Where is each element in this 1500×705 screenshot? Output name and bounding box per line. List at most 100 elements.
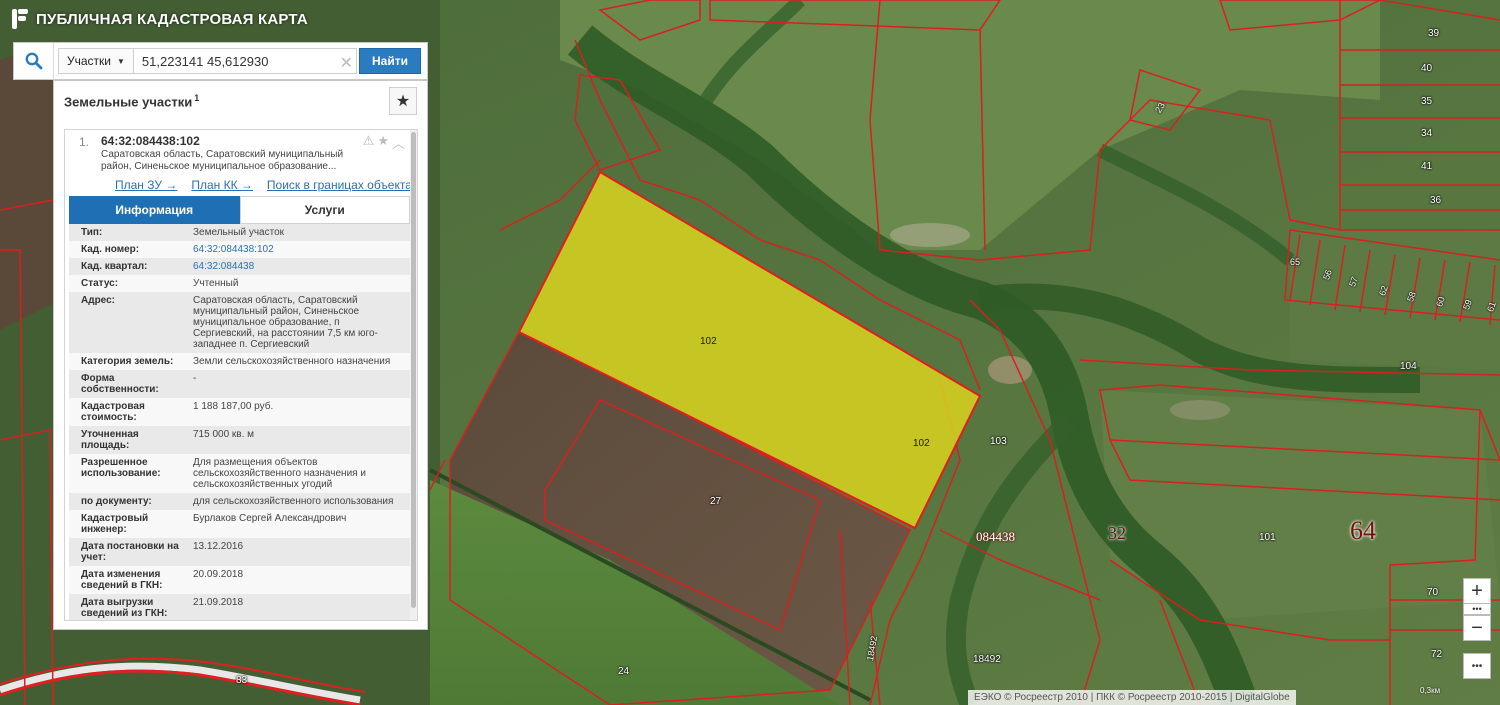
info-row: Тип: Земельный участок: [69, 224, 410, 241]
panel-scrollbar[interactable]: [410, 130, 417, 620]
app-title: ПУБЛИЧНАЯ КАДАСТРОВАЯ КАРТА: [36, 10, 308, 28]
more-icon: •••: [1471, 660, 1483, 672]
parcel-label: 41: [1421, 161, 1433, 172]
logo-icon: [12, 9, 28, 29]
info-row: Форма собственности: -: [69, 370, 410, 398]
parcel-label: 18492: [973, 654, 1001, 665]
quarter-label: 084438: [976, 529, 1015, 544]
zoom-level-more[interactable]: •••: [1463, 603, 1491, 615]
info-value: Для размещения объектов сельскохозяйстве…: [193, 457, 366, 490]
info-value: 13.12.2016: [193, 541, 244, 552]
more-tools-button[interactable]: •••: [1463, 653, 1491, 679]
info-row: Кад. номер: 64:32:084438:102: [69, 241, 410, 258]
map-attribution: ЕЭКО © Росреестр 2010 | ПКК © Росреестр …: [968, 690, 1296, 705]
parcel-label: 36: [1430, 195, 1442, 206]
parcel-label: 24: [618, 666, 630, 677]
star-icon[interactable]: ★: [377, 133, 389, 152]
info-key: Кадастровый инженер:: [81, 513, 149, 535]
info-row: Кад. квартал: 64:32:084438: [69, 258, 410, 275]
info-row: Дата постановки на учет: 13.12.2016: [69, 538, 410, 566]
parcel-label: 65: [1290, 257, 1301, 267]
panel-title: Земельные участки 1: [64, 93, 199, 109]
favorites-button[interactable]: ★: [389, 87, 417, 115]
search-icon[interactable]: [14, 43, 54, 79]
info-value: 1 188 187,00 руб.: [193, 401, 274, 412]
parcel-label: 102: [700, 336, 717, 347]
search-type-select[interactable]: Участки ▼: [58, 48, 134, 74]
info-key: Статус:: [81, 278, 119, 289]
info-key: Разрешенное использование:: [81, 457, 161, 479]
star-icon: ★: [395, 93, 411, 110]
map-scale: 0,3км: [1420, 686, 1441, 695]
parcel-label: 102: [913, 438, 930, 449]
parcel-label: 70: [1427, 587, 1439, 598]
more-icon: •••: [1472, 604, 1482, 614]
parcel-label: 39: [1428, 28, 1440, 39]
info-value: Учтенный: [193, 278, 239, 289]
results-count: 1: [194, 92, 200, 103]
info-table: Тип: Земельный участок Кад. номер: 64:32:08…: [69, 224, 410, 620]
info-value: Земли сельскохозяйственного назначения: [193, 356, 391, 367]
parcel-label: 34: [1421, 128, 1433, 139]
find-button[interactable]: Найти: [359, 48, 421, 74]
search-bar: Участки ▼ ✕ Найти: [13, 42, 428, 80]
info-key: по документу:: [81, 496, 152, 507]
info-row: по документу: для сельскохозяйственного и…: [69, 493, 410, 510]
result-summary[interactable]: 1. 64:32:084438:102 Саратовская область,…: [65, 130, 417, 192]
warning-icon[interactable]: ⚠: [363, 133, 375, 152]
parcel-label: 27: [710, 496, 722, 507]
result-tabs: Информация Услуги: [69, 196, 410, 224]
tab-services[interactable]: Услуги: [239, 196, 410, 224]
info-value[interactable]: 64:32:084438:102: [193, 244, 410, 255]
info-key: Тип:: [81, 227, 103, 238]
info-row: Кадастровый инженер: Бурлаков Сергей Алек…: [69, 510, 410, 538]
info-key: Кад. квартал:: [81, 261, 148, 272]
plan-kk-link[interactable]: План КК →: [191, 178, 253, 192]
result-card: 1. 64:32:084438:102 Саратовская область,…: [64, 129, 418, 621]
search-type-label: Участки: [67, 54, 111, 68]
info-row: Дата выгрузки сведений из ГКН: 21.09.2018: [69, 594, 410, 620]
result-index: 1.: [79, 135, 90, 149]
region-label: 64: [1350, 516, 1376, 545]
info-value: 715 000 кв. м: [193, 429, 255, 440]
result-actions: ⚠ ★ ︿: [363, 133, 405, 152]
info-value: Саратовская область, Саратовский муницип…: [193, 295, 378, 350]
info-key: Уточненная площадь:: [81, 429, 139, 451]
parcel-label: 40: [1421, 63, 1433, 74]
info-row: Статус: Учтенный: [69, 275, 410, 292]
info-key: Кад. номер:: [81, 244, 140, 255]
info-row: Категория земель: Земли сельскохозяйствен…: [69, 353, 410, 370]
search-input[interactable]: [133, 48, 358, 74]
info-value[interactable]: 64:32:084438: [193, 261, 410, 272]
info-key: Форма собственности:: [81, 373, 159, 395]
info-row: Кадастровая стоимость: 1 188 187,00 руб.: [69, 398, 410, 426]
parcel-label: 72: [1431, 649, 1443, 660]
parcel-label: 104: [1400, 361, 1417, 372]
chevron-up-icon[interactable]: ︿: [392, 133, 405, 152]
parcel-label: 103: [990, 436, 1007, 447]
zoom-in-button[interactable]: +: [1463, 578, 1491, 604]
info-value: 21.09.2018: [193, 597, 244, 608]
info-value: для сельскохозяйственного использования: [193, 496, 394, 507]
results-panel: Земельные участки 1 ★ 1. 64:32:084438:102…: [53, 80, 428, 630]
panel-title-text: Земельные участки: [64, 94, 193, 110]
clear-icon[interactable]: ✕: [340, 53, 353, 73]
plan-zu-link[interactable]: План ЗУ →: [115, 178, 177, 192]
search-in-bounds-link[interactable]: Поиск в границах объекта →: [267, 178, 417, 192]
result-links: План ЗУ → План КК → Поиск в границах объ…: [115, 178, 417, 192]
info-row: Адрес: Саратовская область, Саратовский м…: [69, 292, 410, 353]
chevron-down-icon: ▼: [117, 56, 125, 66]
info-value: -: [193, 373, 197, 384]
plus-icon: +: [1471, 579, 1483, 602]
tab-info[interactable]: Информация: [69, 196, 240, 224]
panel-header: Земельные участки 1 ★: [54, 81, 427, 121]
app-header: ПУБЛИЧНАЯ КАДАСТРОВАЯ КАРТА: [12, 9, 308, 29]
info-value: Земельный участок: [193, 227, 285, 238]
parcel-label: 83: [236, 675, 248, 686]
info-row: Уточненная площадь: 715 000 кв. м: [69, 426, 410, 454]
zoom-out-button[interactable]: −: [1463, 615, 1491, 641]
info-key: Дата постановки на учет:: [81, 541, 179, 563]
info-key: Дата изменения сведений в ГКН:: [81, 569, 163, 591]
info-value: 20.09.2018: [193, 569, 244, 580]
district-label: 32: [1108, 523, 1126, 543]
